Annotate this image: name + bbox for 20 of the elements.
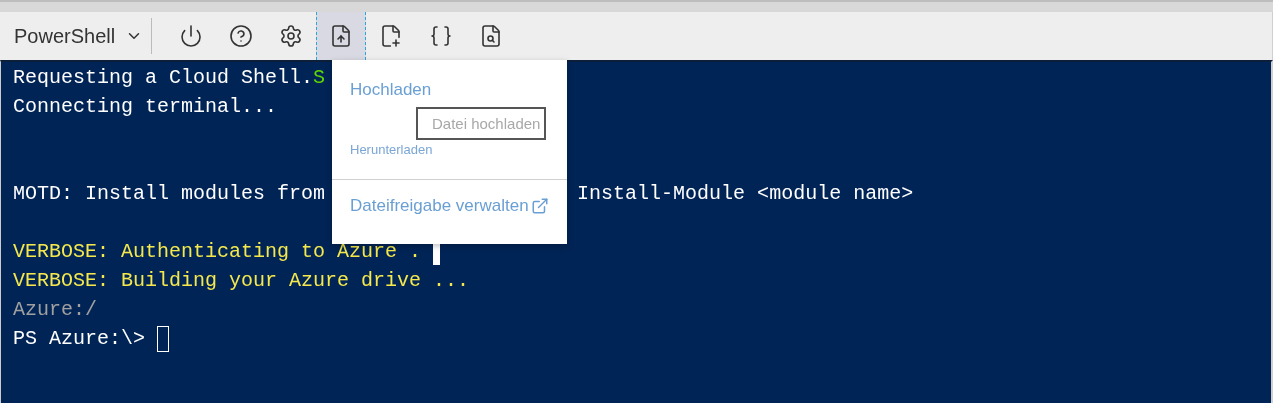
terminal-text: Azure:/ [13,297,97,323]
terminal-text: Connecting terminal... [13,94,278,120]
braces-icon [429,24,454,48]
manage-share-link[interactable]: Dateifreigabe verwalten [332,180,567,216]
terminal-text: VERBOSE: Building your Azure drive ... [13,268,470,294]
terminal-text: PS Azure:\> [13,326,146,352]
terminal-text: MOTD: Install modules from [13,181,326,207]
upload-item[interactable]: Hochladen [332,60,567,100]
external-link-icon [530,197,549,215]
tooltip: Datei hochladen [416,107,547,140]
terminal-text: Install-Module <module name> [577,181,914,207]
power-icon [179,24,204,48]
help-icon [229,24,254,48]
terminal-text: S [313,65,326,91]
shell-selector[interactable]: PowerShell [14,18,153,54]
settings-icon [279,24,304,48]
toolbar-button[interactable] [316,12,367,60]
download-item[interactable]: Herunterladen [332,142,567,157]
terminal-text: VERBOSE: Authenticating to Azure . [13,239,422,265]
terminal-text: Requesting a Cloud Shell. [13,65,314,91]
